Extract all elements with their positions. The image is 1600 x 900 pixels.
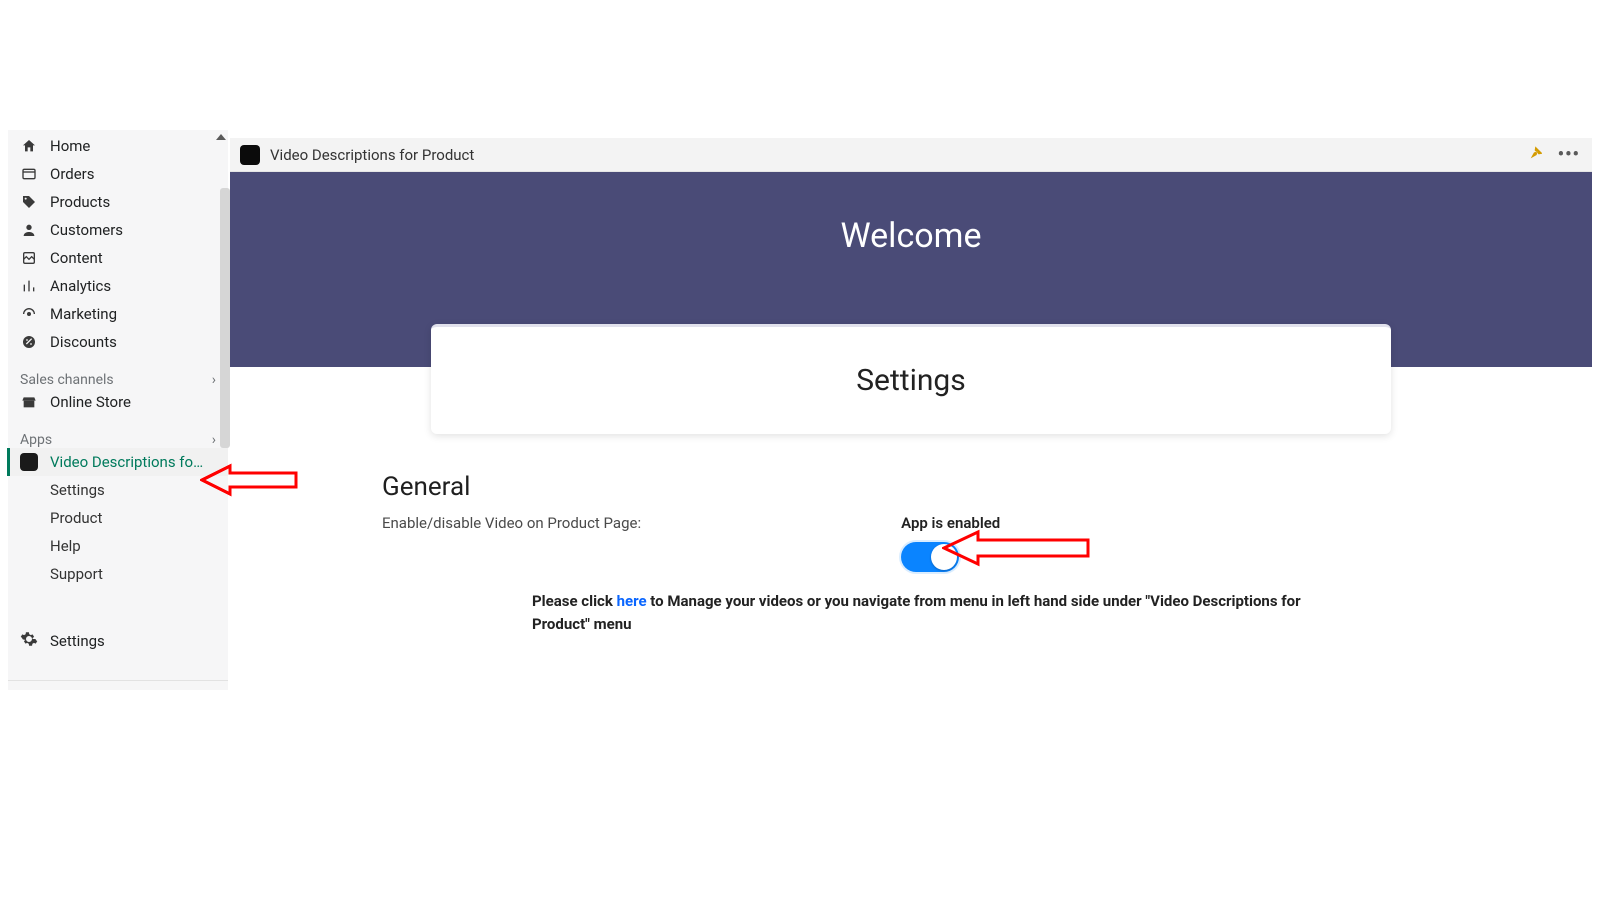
- sidebar-item-discounts[interactable]: Discounts: [8, 328, 228, 356]
- sidebar-item-products[interactable]: Products: [8, 188, 228, 216]
- text: Support: [50, 565, 103, 583]
- settings-label: Settings: [50, 632, 105, 650]
- help-link[interactable]: here: [617, 592, 647, 610]
- app-subitem-product[interactable]: Product: [8, 504, 228, 532]
- sidebar-settings[interactable]: Settings: [8, 624, 228, 658]
- sidebar: Home Orders Products Customers: [8, 130, 228, 690]
- sidebar-item-label: Content: [50, 249, 103, 267]
- section-apps[interactable]: Apps ›: [8, 424, 228, 448]
- app-bar-icon: [240, 145, 260, 165]
- toggle-knob: [931, 544, 957, 570]
- general-heading: General: [382, 472, 1552, 502]
- enable-toggle[interactable]: [901, 542, 959, 572]
- sidebar-item-label: Customers: [50, 221, 123, 239]
- text: Product: [50, 509, 102, 527]
- app-subitem-support[interactable]: Support: [8, 560, 228, 588]
- home-icon: [20, 138, 38, 154]
- sidebar-item-label: Orders: [50, 165, 95, 183]
- sidebar-item-label: Discounts: [50, 333, 117, 351]
- text: Settings: [50, 481, 105, 499]
- divider: [8, 680, 228, 681]
- general-description: Enable/disable Video on Product Page:: [382, 514, 641, 532]
- settings-card: Settings: [431, 324, 1391, 434]
- sidebar-item-label: Analytics: [50, 277, 111, 295]
- chevron-right-icon: ›: [212, 432, 216, 448]
- app-icon: [20, 453, 38, 471]
- main: Welcome Settings General Enable/disable …: [230, 172, 1592, 900]
- sidebar-item-home[interactable]: Home: [8, 132, 228, 160]
- settings-card-title: Settings: [856, 363, 966, 398]
- chevron-right-icon: ›: [212, 372, 216, 388]
- more-icon[interactable]: •••: [1558, 144, 1580, 165]
- sidebar-item-marketing[interactable]: Marketing: [8, 300, 228, 328]
- store-icon: [20, 394, 38, 410]
- orders-icon: [20, 166, 38, 182]
- sidebar-item-label: Video Descriptions for ...: [50, 453, 204, 471]
- help-post: to Manage your videos or you navigate fr…: [532, 592, 1301, 633]
- app-subitem-settings[interactable]: Settings: [8, 476, 228, 504]
- pin-icon[interactable]: [1526, 145, 1544, 165]
- toggle-label: App is enabled: [901, 514, 1000, 532]
- sidebar-item-customers[interactable]: Customers: [8, 216, 228, 244]
- tag-icon: [20, 194, 38, 210]
- sidebar-item-label: Home: [50, 137, 90, 155]
- sidebar-item-label: Marketing: [50, 305, 117, 323]
- section-label: Sales channels: [20, 372, 114, 388]
- section-general: General Enable/disable Video on Product …: [382, 472, 1552, 637]
- help-text: Please click here to Manage your videos …: [532, 590, 1342, 637]
- hero-title: Welcome: [230, 172, 1592, 256]
- gear-icon: [20, 630, 38, 652]
- sidebar-item-online-store[interactable]: Online Store: [8, 388, 228, 416]
- hero-banner: Welcome Settings: [230, 172, 1592, 367]
- sidebar-item-label: Products: [50, 193, 110, 211]
- text: Help: [50, 537, 81, 555]
- sidebar-item-app-active[interactable]: Video Descriptions for ...: [8, 448, 228, 476]
- scroll-up-caret-icon[interactable]: [216, 134, 226, 140]
- sidebar-item-content[interactable]: Content: [8, 244, 228, 272]
- section-sales-channels[interactable]: Sales channels ›: [8, 364, 228, 388]
- analytics-icon: [20, 278, 38, 294]
- app-bar: Video Descriptions for Product •••: [230, 138, 1592, 172]
- user-icon: [20, 222, 38, 238]
- sidebar-item-orders[interactable]: Orders: [8, 160, 228, 188]
- app-subitem-help[interactable]: Help: [8, 532, 228, 560]
- marketing-icon: [20, 306, 38, 322]
- sidebar-scrollbar[interactable]: [220, 188, 230, 448]
- content-icon: [20, 250, 38, 266]
- section-label: Apps: [20, 432, 52, 448]
- help-pre: Please click: [532, 592, 617, 610]
- discounts-icon: [20, 334, 38, 350]
- app-bar-title: Video Descriptions for Product: [270, 146, 474, 164]
- sidebar-item-analytics[interactable]: Analytics: [8, 272, 228, 300]
- sidebar-item-label: Online Store: [50, 393, 131, 411]
